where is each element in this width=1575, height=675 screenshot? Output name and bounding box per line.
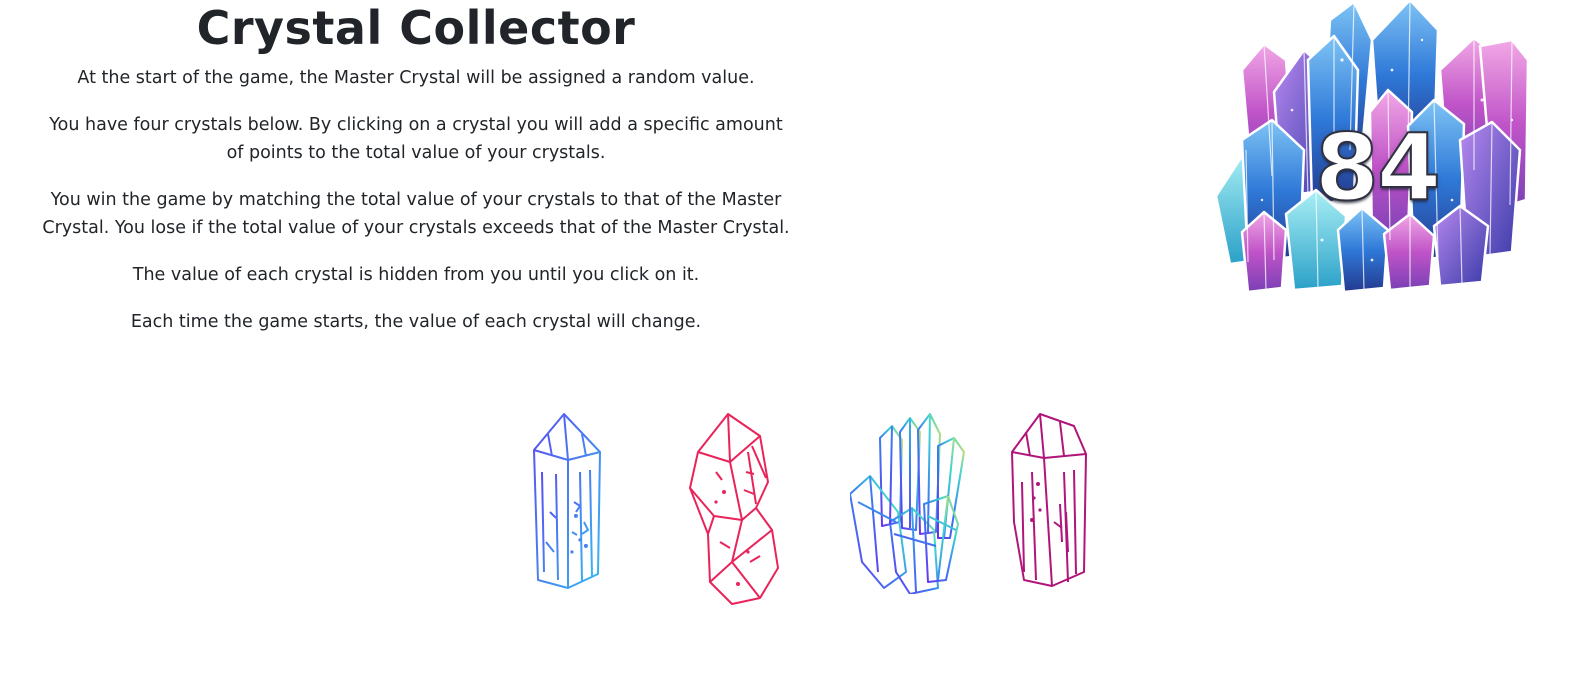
page-title: Crystal Collector — [196, 1, 636, 55]
crystal-button-2[interactable] — [686, 412, 786, 607]
crystal-button-1[interactable] — [528, 412, 608, 592]
rule-text-5: Each time the game starts, the value of … — [130, 312, 702, 332]
magenta-crystal-icon — [1011, 413, 1087, 587]
crystal-button-4[interactable] — [1008, 412, 1090, 590]
crystal-buttons — [520, 400, 1100, 615]
crystal-button-3[interactable] — [850, 412, 966, 594]
rule-text-3: You win the game by matching the total v… — [42, 190, 790, 238]
red-crystal-icon — [689, 413, 779, 605]
rainbow-crystal-cluster-icon — [850, 413, 965, 594]
rule-text-2: You have four crystals below. By clickin… — [49, 115, 783, 163]
blue-crystal-icon — [533, 413, 601, 589]
instructions-panel: Crystal Collector At the start of the ga… — [20, 0, 812, 355]
master-crystal: 84 — [1212, 0, 1532, 298]
rule-text-4: The value of each crystal is hidden from… — [132, 265, 700, 285]
master-crystal-value: 84 — [1314, 114, 1442, 221]
rule-text-1: At the start of the game, the Master Cry… — [77, 68, 755, 88]
